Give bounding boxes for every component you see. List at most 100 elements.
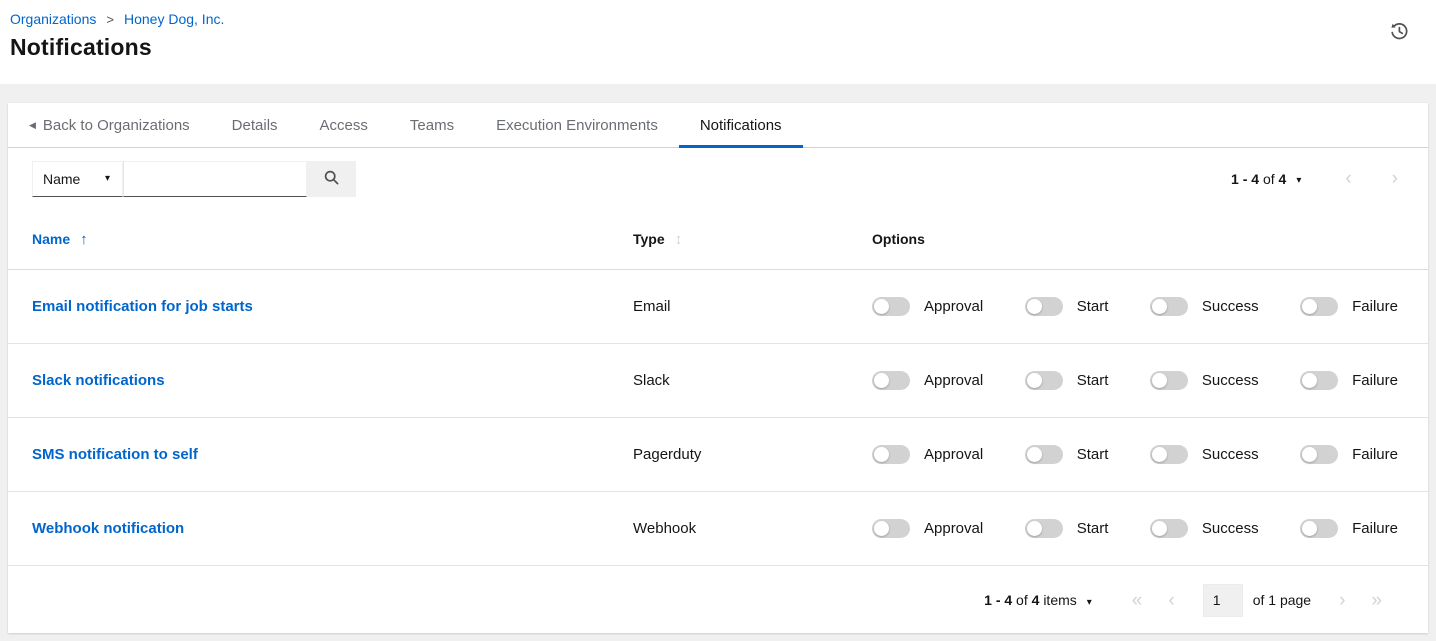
page-of-label: of 1 page — [1253, 592, 1311, 608]
tab-details[interactable]: Details — [211, 103, 299, 147]
back-caret-icon: ◀ — [29, 120, 36, 131]
approval-toggle-group: Approval — [872, 519, 983, 538]
success-toggle[interactable] — [1150, 445, 1188, 464]
approval-toggle[interactable] — [872, 445, 910, 464]
approval-toggle[interactable] — [872, 297, 910, 316]
table-header-row: Name ↑ Type ↕ Options — [8, 209, 1428, 270]
toggle-label: Start — [1077, 520, 1109, 537]
failure-toggle[interactable] — [1300, 445, 1338, 464]
start-toggle[interactable] — [1025, 519, 1063, 538]
notification-name-link[interactable]: Email notification for job starts — [32, 298, 633, 315]
tab-label: Execution Environments — [496, 117, 658, 134]
last-page-button[interactable]: » — [1365, 589, 1388, 612]
failure-toggle[interactable] — [1300, 371, 1338, 390]
search-button[interactable] — [307, 161, 356, 197]
notification-type: Slack — [633, 372, 872, 389]
pagination-summary: 1 - 4 of 4 items — [984, 592, 1077, 608]
pagination-items-label: items — [1043, 592, 1076, 608]
start-toggle[interactable] — [1025, 445, 1063, 464]
toggle-knob — [874, 299, 889, 314]
toggle-knob — [1152, 447, 1167, 462]
toggle-knob — [1302, 521, 1317, 536]
toggle-knob — [874, 521, 889, 536]
toggle-label: Failure — [1352, 372, 1398, 389]
next-page-button[interactable]: › — [1333, 589, 1351, 612]
sort-both-icon: ↕ — [675, 231, 683, 248]
toggle-label: Start — [1077, 446, 1109, 463]
start-toggle-group: Start — [1025, 519, 1109, 538]
pagination-menu-toggle[interactable]: ▾ — [1296, 171, 1301, 186]
toggle-label: Approval — [924, 372, 983, 389]
approval-toggle-group: Approval — [872, 445, 983, 464]
column-label: Name — [32, 231, 70, 247]
current-page-input[interactable] — [1203, 584, 1243, 617]
approval-toggle[interactable] — [872, 519, 910, 538]
previous-page-button[interactable]: ‹ — [1339, 167, 1357, 190]
column-header-type[interactable]: Type ↕ — [633, 231, 872, 248]
failure-toggle[interactable] — [1300, 519, 1338, 538]
pagination-range: 1 - 4 — [1231, 171, 1259, 187]
tab-teams[interactable]: Teams — [389, 103, 475, 147]
caret-down-icon: ▾ — [1087, 597, 1092, 608]
notification-options: Approval Start Success Failure — [872, 519, 1404, 538]
breadcrumb: Organizations > Honey Dog, Inc. — [10, 11, 1412, 27]
toggle-label: Start — [1077, 372, 1109, 389]
approval-toggle-group: Approval — [872, 371, 983, 390]
column-label: Options — [872, 231, 925, 247]
toggle-label: Success — [1202, 446, 1259, 463]
pagination-summary: 1 - 4 of 4 — [1231, 171, 1286, 187]
tab-notifications[interactable]: Notifications — [679, 103, 803, 147]
tab-label: Teams — [410, 117, 454, 134]
tab-label: Notifications — [700, 117, 782, 134]
notification-type: Webhook — [633, 520, 872, 537]
success-toggle[interactable] — [1150, 371, 1188, 390]
tab-access[interactable]: Access — [299, 103, 389, 147]
next-page-button[interactable]: › — [1386, 167, 1404, 190]
breadcrumb-link-organization[interactable]: Honey Dog, Inc. — [124, 11, 224, 27]
toggle-knob — [1027, 373, 1042, 388]
toggle-knob — [1302, 447, 1317, 462]
notification-name-link[interactable]: SMS notification to self — [32, 446, 633, 463]
success-toggle[interactable] — [1150, 297, 1188, 316]
pagination-menu-toggle[interactable]: ▾ — [1087, 593, 1092, 608]
notification-name-link[interactable]: Slack notifications — [32, 372, 633, 389]
success-toggle[interactable] — [1150, 519, 1188, 538]
failure-toggle[interactable] — [1300, 297, 1338, 316]
toggle-label: Approval — [924, 520, 983, 537]
start-toggle-group: Start — [1025, 297, 1109, 316]
page-header: Organizations > Honey Dog, Inc. Notifica… — [0, 0, 1436, 84]
filter-key-value: Name — [43, 171, 80, 187]
start-toggle[interactable] — [1025, 297, 1063, 316]
search-input[interactable] — [123, 161, 307, 197]
toggle-knob — [1027, 447, 1042, 462]
column-label: Type — [633, 231, 665, 247]
pagination-total: 4 — [1032, 592, 1040, 608]
search-controls: Name ▾ — [32, 161, 356, 197]
filter-key-dropdown[interactable]: Name ▾ — [32, 161, 123, 197]
notifications-table: Name ↑ Type ↕ Options Email notification… — [8, 209, 1428, 634]
column-header-name[interactable]: Name ↑ — [32, 231, 633, 248]
tab-label: Details — [232, 117, 278, 134]
toggle-knob — [874, 373, 889, 388]
table-row: SMS notification to self Pagerduty Appro… — [8, 418, 1428, 492]
previous-page-button[interactable]: ‹ — [1162, 589, 1180, 612]
toggle-knob — [1152, 521, 1167, 536]
caret-down-icon: ▾ — [1296, 175, 1301, 186]
toggle-knob — [1027, 299, 1042, 314]
tab-execution-environments[interactable]: Execution Environments — [475, 103, 679, 147]
toggle-label: Failure — [1352, 298, 1398, 315]
table-row: Webhook notification Webhook Approval St… — [8, 492, 1428, 566]
history-button[interactable] — [1386, 18, 1412, 47]
first-page-button[interactable]: « — [1126, 589, 1149, 612]
page-title: Notifications — [10, 34, 1412, 61]
tab-bar: ◀ Back to Organizations Details Access T… — [8, 103, 1428, 148]
start-toggle[interactable] — [1025, 371, 1063, 390]
toggle-label: Success — [1202, 520, 1259, 537]
notification-type: Email — [633, 298, 872, 315]
approval-toggle[interactable] — [872, 371, 910, 390]
notification-type: Pagerduty — [633, 446, 872, 463]
toggle-knob — [1027, 521, 1042, 536]
notification-name-link[interactable]: Webhook notification — [32, 520, 633, 537]
tab-back-to-organizations[interactable]: ◀ Back to Organizations — [8, 103, 211, 147]
breadcrumb-link-organizations[interactable]: Organizations — [10, 11, 96, 27]
